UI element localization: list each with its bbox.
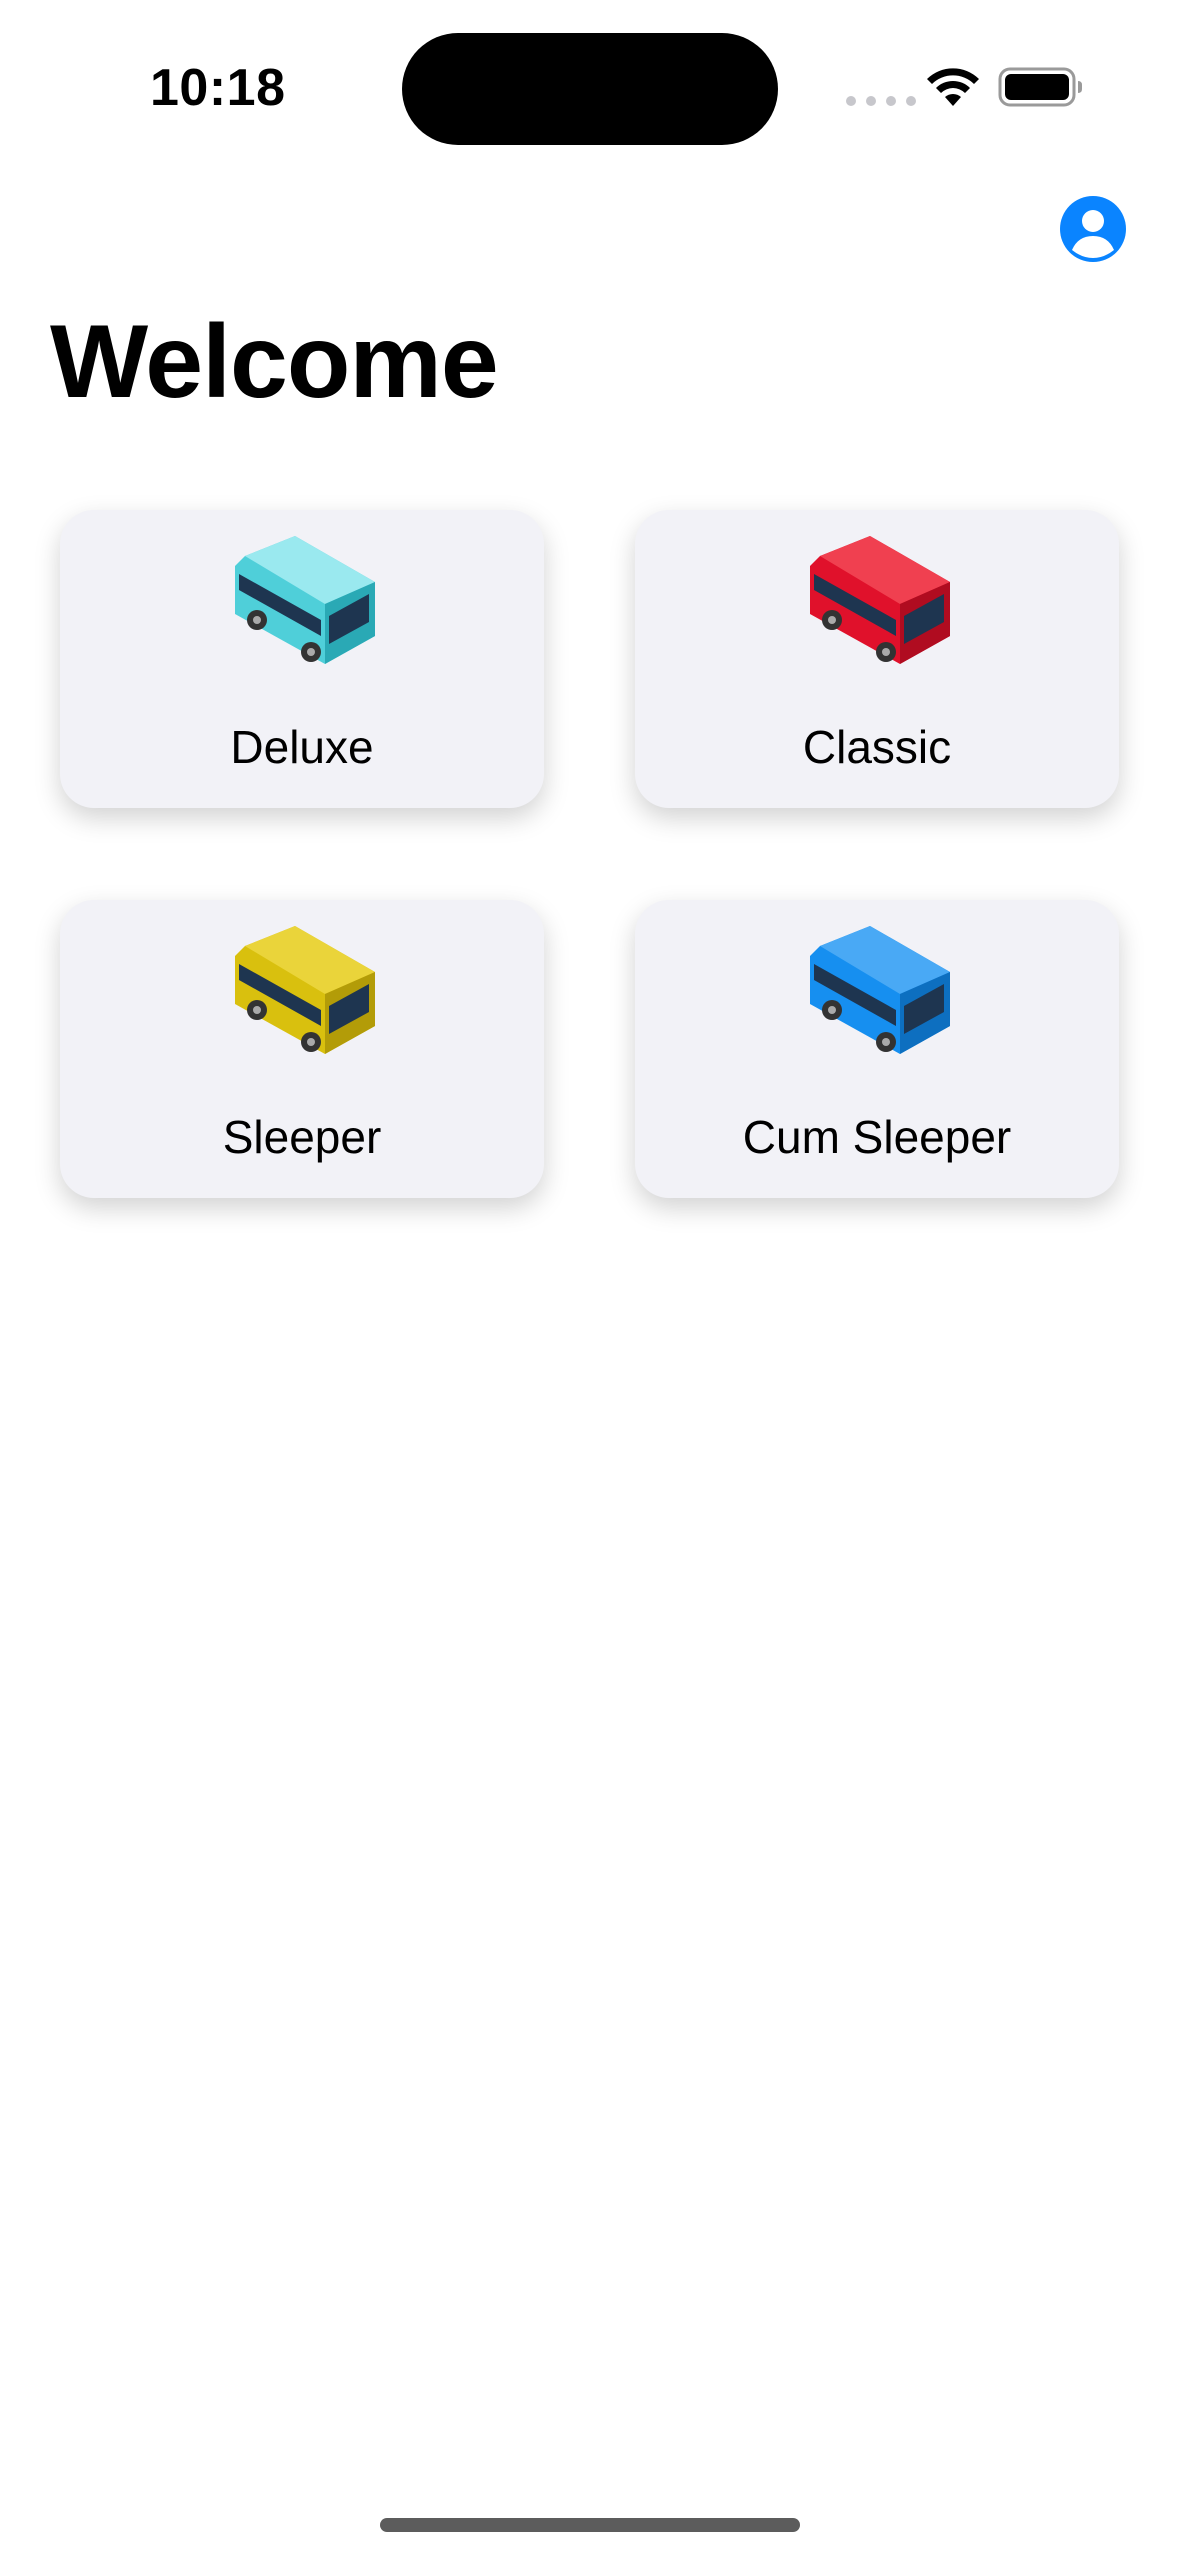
bus-icon <box>810 926 950 1054</box>
bus-icon <box>235 926 375 1054</box>
bus-icon <box>235 536 375 664</box>
bus-type-label: Sleeper <box>222 1111 382 1163</box>
bus-type-card-cum-sleeper[interactable]: Cum Sleeper <box>635 900 1119 1198</box>
dynamic-island <box>402 33 778 145</box>
bus-type-card-sleeper[interactable]: Sleeper <box>60 900 544 1198</box>
profile-button[interactable] <box>1058 194 1128 264</box>
bus-type-card-classic[interactable]: Classic <box>635 510 1119 808</box>
battery-icon <box>998 67 1082 107</box>
status-time: 10:18 <box>150 59 286 117</box>
page-title: Welcome <box>50 304 499 420</box>
bus-icon <box>810 536 950 664</box>
bus-type-label: Cum Sleeper <box>742 1111 1012 1163</box>
screen: 10:18 Welcome Deluxe Classic Sleeper Cum… <box>0 0 1179 2556</box>
wifi-icon <box>927 68 979 106</box>
bus-type-label: Deluxe <box>230 721 374 773</box>
home-indicator[interactable] <box>380 2518 800 2532</box>
bus-type-label: Classic <box>802 721 952 773</box>
cellular-signal-icon <box>846 96 916 106</box>
bus-type-card-deluxe[interactable]: Deluxe <box>60 510 544 808</box>
